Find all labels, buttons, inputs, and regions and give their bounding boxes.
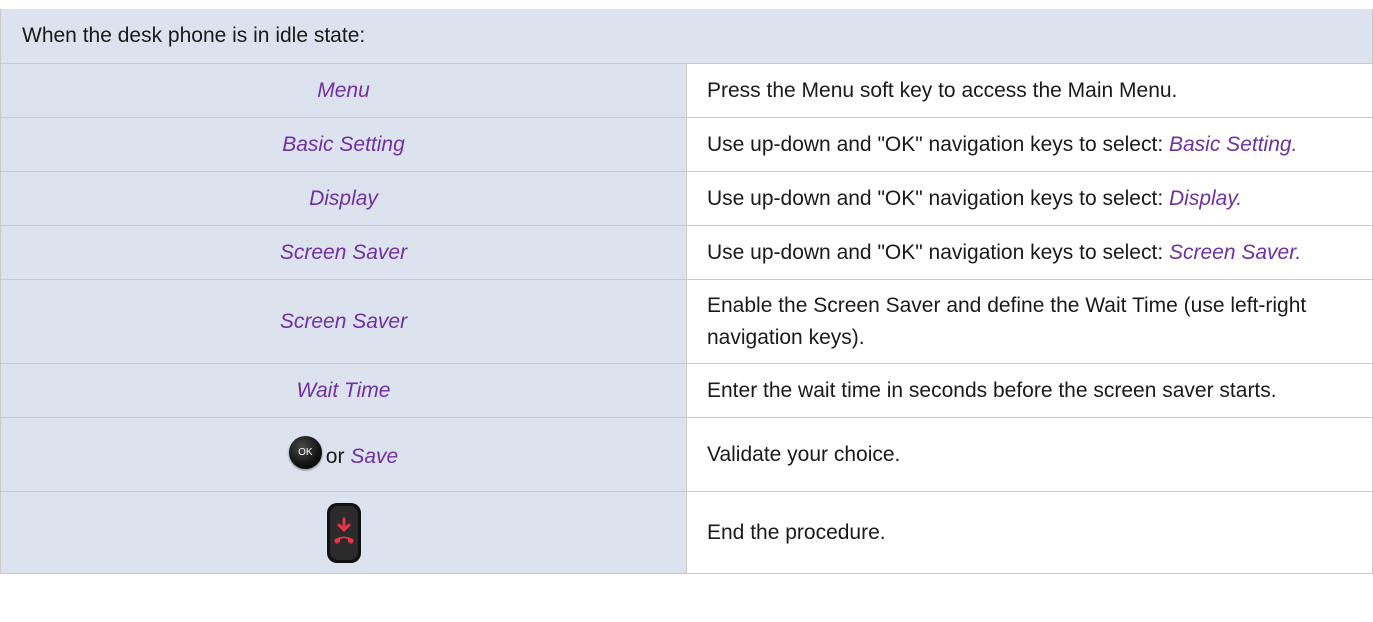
save-softkey-label: Save: [350, 445, 399, 468]
table-row: Screen Saver Use up-down and "OK" naviga…: [0, 225, 1373, 280]
table-header-row: When the desk phone is in idle state:: [0, 9, 1373, 64]
step-description: Use up-down and "OK" navigation keys to …: [686, 225, 1373, 280]
hang-up-key-icon: [326, 502, 362, 564]
step-label-ok-or-save: OK or Save: [0, 417, 687, 492]
step-label-wait-time: Wait Time: [0, 363, 687, 418]
table-row: Menu Press the Menu soft key to access t…: [0, 63, 1373, 118]
table-row: End the procedure.: [0, 491, 1373, 574]
step-description: Enter the wait time in seconds before th…: [686, 363, 1373, 418]
step-text: Use up-down and "OK" navigation keys to …: [707, 240, 1169, 264]
step-label-screen-saver: Screen Saver: [0, 225, 687, 280]
step-target: Screen Saver.: [1169, 240, 1302, 264]
table-row: Wait Time Enter the wait time in seconds…: [0, 363, 1373, 418]
or-text: or: [325, 445, 345, 468]
step-target: Basic Setting.: [1169, 132, 1298, 156]
step-text: Use up-down and "OK" navigation keys to …: [707, 186, 1169, 210]
table-row: OK or Save Validate your choice.: [0, 417, 1373, 492]
step-label-basic-setting: Basic Setting: [0, 117, 687, 172]
step-text: Use up-down and "OK" navigation keys to …: [707, 132, 1169, 156]
table-row: Basic Setting Use up-down and "OK" navig…: [0, 117, 1373, 172]
procedure-table: When the desk phone is in idle state: Me…: [0, 9, 1373, 574]
step-description: Use up-down and "OK" navigation keys to …: [686, 171, 1373, 226]
step-description: Use up-down and "OK" navigation keys to …: [686, 117, 1373, 172]
table-row: Display Use up-down and "OK" navigation …: [0, 171, 1373, 226]
table-row: Screen Saver Enable the Screen Saver and…: [0, 279, 1373, 364]
step-label-menu: Menu: [0, 63, 687, 118]
step-label-screen-saver-enable: Screen Saver: [0, 279, 687, 364]
step-description: Validate your choice.: [686, 417, 1373, 492]
step-label-hang-up: [0, 491, 687, 574]
step-description: End the procedure.: [686, 491, 1373, 574]
ok-key-icon: OK: [288, 436, 322, 469]
step-label-display: Display: [0, 171, 687, 226]
procedure-header: When the desk phone is in idle state:: [0, 9, 1373, 64]
step-target: Display.: [1169, 186, 1243, 210]
step-description: Enable the Screen Saver and define the W…: [686, 279, 1373, 364]
step-description: Press the Menu soft key to access the Ma…: [686, 63, 1373, 118]
